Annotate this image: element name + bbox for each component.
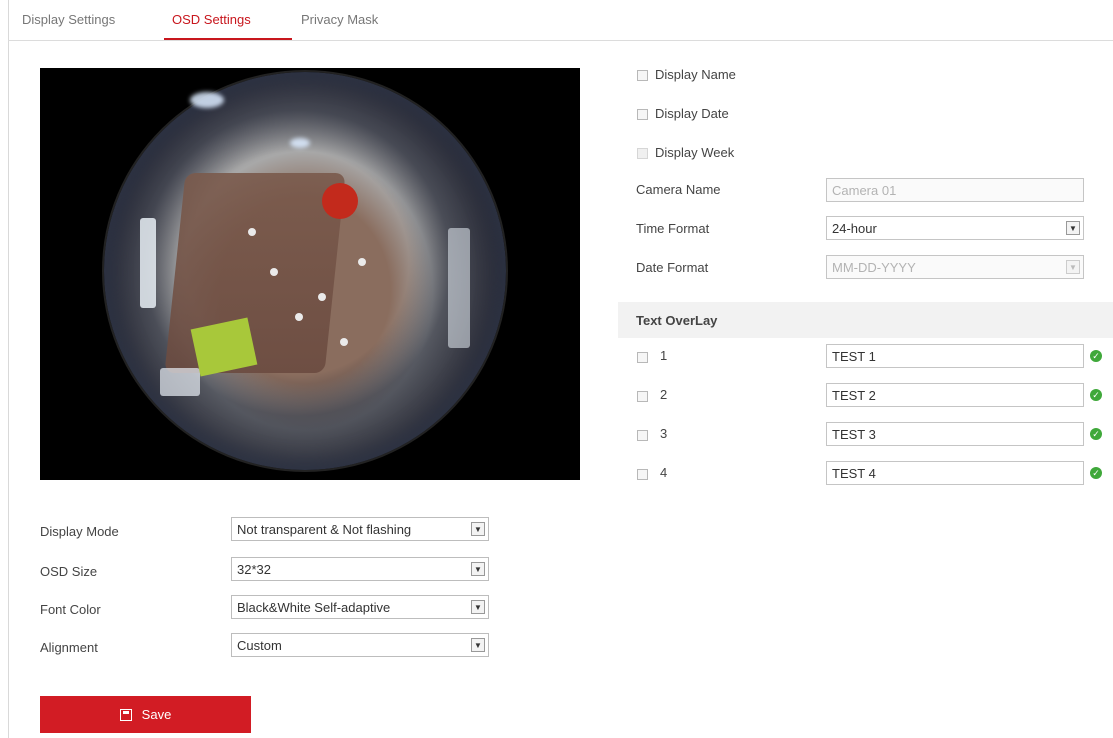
floppy-disk-icon <box>119 708 132 721</box>
display-name-label: Display Name <box>655 67 736 82</box>
font-color-select[interactable]: Black&White Self-adaptive ▼ <box>231 595 489 619</box>
video-lamp <box>270 268 278 276</box>
chevron-down-icon[interactable]: ▼ <box>471 522 485 536</box>
video-pillar <box>448 228 470 348</box>
video-pillar <box>140 218 156 308</box>
camera-name-input[interactable]: Camera 01 <box>826 178 1084 202</box>
date-format-label: Date Format <box>636 260 709 275</box>
video-light <box>190 92 224 108</box>
chevron-down-icon[interactable]: ▼ <box>471 638 485 652</box>
osd-size-label: OSD Size <box>40 564 98 579</box>
date-format-select[interactable]: MM-DD-YYYY ▼ <box>826 255 1084 279</box>
overlay-3-checkbox[interactable] <box>637 430 648 441</box>
live-video-preview[interactable] <box>40 68 580 480</box>
overlay-4-value: TEST 4 <box>832 465 876 481</box>
text-overlay-header: Text OverLay <box>618 302 1113 338</box>
video-red-object <box>322 183 358 219</box>
display-date-checkbox[interactable] <box>637 109 648 120</box>
time-format-label: Time Format <box>636 221 710 236</box>
check-circle-icon: ✓ <box>1090 389 1102 401</box>
overlay-4-checkbox[interactable] <box>637 469 648 480</box>
alignment-value: Custom <box>237 637 282 653</box>
overlay-1-value: TEST 1 <box>832 348 876 364</box>
tab-privacy-mask[interactable]: Privacy Mask <box>301 12 378 27</box>
display-name-checkbox[interactable] <box>637 70 648 81</box>
overlay-2-value: TEST 2 <box>832 387 876 403</box>
video-lamp <box>248 228 256 236</box>
display-mode-label: Display Mode <box>40 524 119 539</box>
check-circle-icon: ✓ <box>1090 428 1102 440</box>
display-week-checkbox[interactable] <box>637 148 648 159</box>
overlay-2-index: 2 <box>660 387 668 402</box>
overlay-1-input[interactable]: TEST 1 <box>826 344 1084 368</box>
alignment-select[interactable]: Custom ▼ <box>231 633 489 657</box>
overlay-1-index: 1 <box>660 348 668 363</box>
page-border <box>8 0 9 738</box>
osd-size-value: 32*32 <box>237 561 271 577</box>
overlay-3-index: 3 <box>660 426 668 441</box>
chevron-down-icon[interactable]: ▼ <box>471 562 485 576</box>
alignment-label: Alignment <box>40 640 98 655</box>
text-overlay-title: Text OverLay <box>636 312 718 328</box>
chevron-down-icon[interactable]: ▼ <box>1066 260 1080 274</box>
video-lamp <box>358 258 366 266</box>
video-light <box>290 138 310 148</box>
display-date-label: Display Date <box>655 106 729 121</box>
chevron-down-icon[interactable]: ▼ <box>1066 221 1080 235</box>
font-color-value: Black&White Self-adaptive <box>237 599 391 615</box>
tab-display-settings[interactable]: Display Settings <box>22 12 115 27</box>
check-circle-icon: ✓ <box>1090 467 1102 479</box>
overlay-4-input[interactable]: TEST 4 <box>826 461 1084 485</box>
font-color-label: Font Color <box>40 602 101 617</box>
chevron-down-icon[interactable]: ▼ <box>471 600 485 614</box>
video-lamp <box>295 313 303 321</box>
check-circle-icon: ✓ <box>1090 350 1102 362</box>
camera-name-value: Camera 01 <box>832 182 897 198</box>
video-pillar <box>160 368 200 396</box>
tab-bar: Display Settings OSD Settings Privacy Ma… <box>8 0 1113 41</box>
date-format-value: MM-DD-YYYY <box>832 259 916 275</box>
save-button[interactable]: Save <box>40 696 251 733</box>
save-label: Save <box>141 707 172 722</box>
display-mode-select[interactable]: Not transparent & Not flashing ▼ <box>231 517 489 541</box>
overlay-3-value: TEST 3 <box>832 426 876 442</box>
camera-name-label: Camera Name <box>636 182 721 197</box>
display-mode-value: Not transparent & Not flashing <box>237 521 412 537</box>
overlay-2-checkbox[interactable] <box>637 391 648 402</box>
osd-size-select[interactable]: 32*32 ▼ <box>231 557 489 581</box>
video-floor-area <box>164 173 346 373</box>
time-format-select[interactable]: 24-hour ▼ <box>826 216 1084 240</box>
overlay-1-checkbox[interactable] <box>637 352 648 363</box>
display-week-label: Display Week <box>655 145 735 160</box>
video-lamp <box>340 338 348 346</box>
overlay-3-input[interactable]: TEST 3 <box>826 422 1084 446</box>
active-tab-indicator <box>164 38 292 40</box>
video-lamp <box>318 293 326 301</box>
time-format-value: 24-hour <box>832 220 877 236</box>
tab-osd-settings[interactable]: OSD Settings <box>172 12 251 27</box>
overlay-2-input[interactable]: TEST 2 <box>826 383 1084 407</box>
overlay-4-index: 4 <box>660 465 668 480</box>
